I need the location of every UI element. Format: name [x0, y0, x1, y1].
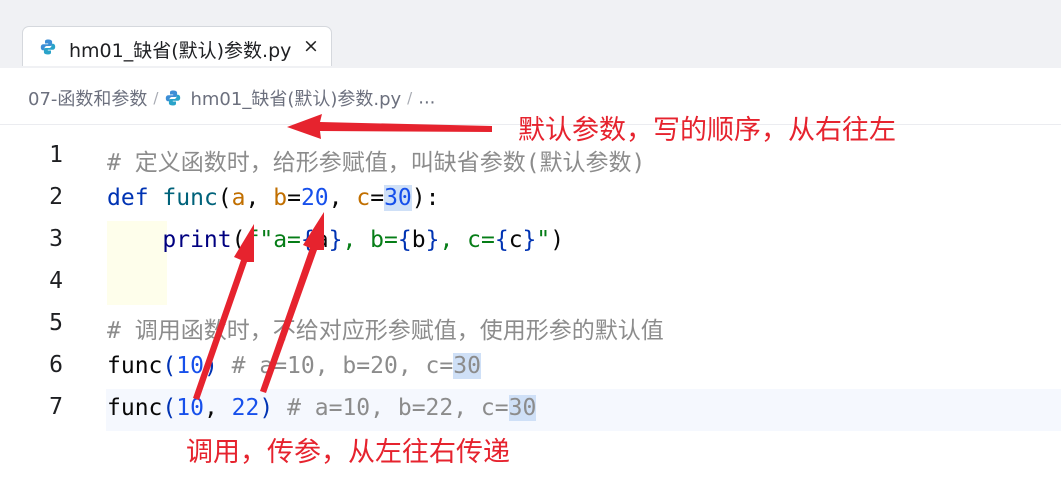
- punct: ,: [245, 185, 274, 211]
- punct: =: [287, 185, 301, 211]
- comment-selected: 30: [508, 395, 537, 421]
- breadcrumb-folder[interactable]: 07-函数和参数: [28, 89, 147, 110]
- code-line[interactable]: 4: [0, 263, 1061, 305]
- brace: {: [300, 227, 315, 253]
- fstring: f"a=: [245, 227, 301, 253]
- arg-22: 22: [231, 395, 260, 421]
- var-a: a: [314, 227, 329, 253]
- code-editor[interactable]: 1 # 定义函数时，给形参赋值，叫缺省参数(默认参数) 2 def func(a…: [0, 137, 1061, 478]
- code-line[interactable]: 7 func(10, 22) # a=10, b=22, c=30: [0, 389, 1061, 431]
- breadcrumb-separator: /: [153, 89, 159, 107]
- breadcrumb: 07-函数和参数 / hm01_缺省(默认)参数.py /...: [28, 85, 435, 111]
- punct: =: [370, 185, 385, 211]
- python-file-icon: [166, 90, 181, 106]
- default-20: 20: [300, 185, 329, 211]
- function-name: func: [162, 185, 218, 211]
- brace: {: [397, 227, 412, 253]
- brace: }: [522, 227, 537, 253]
- breadcrumb-more[interactable]: ...: [418, 88, 435, 109]
- paren: (: [217, 185, 232, 211]
- builtin-print: print: [162, 227, 232, 253]
- tab-bar: hm01_缺省(默认)参数.py ×: [0, 0, 1061, 68]
- var-c: c: [508, 227, 523, 253]
- close-tab-icon[interactable]: ×: [303, 35, 319, 57]
- paren: (: [231, 227, 246, 253]
- fstring: ": [536, 227, 551, 253]
- paren: (: [162, 395, 177, 421]
- line-number: 2: [49, 184, 63, 210]
- fstring: , c=: [439, 227, 495, 253]
- brace: }: [328, 227, 343, 253]
- code-line[interactable]: 2 def func(a, b=20, c=30):: [0, 179, 1061, 221]
- code-line[interactable]: 5 # 调用函数时，不给对应形参赋值，使用形参的默认值: [0, 305, 1061, 347]
- line-number: 1: [49, 142, 63, 168]
- editor-tab[interactable]: hm01_缺省(默认)参数.py ×: [22, 26, 332, 66]
- param-c: c: [356, 185, 371, 211]
- comment: # 定义函数时，给形参赋值，叫缺省参数(默认参数): [107, 150, 646, 176]
- paren: ): [203, 353, 218, 379]
- line-number: 7: [49, 394, 63, 420]
- annotation-call-order: 调用，传参，从左往右传递: [186, 437, 510, 468]
- comment: # a=10, b=22, c=: [273, 395, 509, 421]
- line-number: 4: [49, 268, 63, 294]
- param-b: b: [273, 185, 288, 211]
- comment: # 调用函数时，不给对应形参赋值，使用形参的默认值: [107, 318, 664, 344]
- comment: # a=10, b=20, c=: [217, 353, 454, 379]
- breadcrumb-separator: /: [407, 89, 413, 107]
- line-number: 3: [49, 226, 63, 252]
- punct: ,: [328, 185, 357, 211]
- paren: ): [259, 395, 274, 421]
- brace: }: [425, 227, 440, 253]
- code-line[interactable]: 6 func(10) # a=10, b=20, c=30: [0, 347, 1061, 389]
- line-number: 5: [49, 310, 63, 336]
- default-30: 30: [384, 185, 412, 211]
- fstring: , b=: [342, 227, 398, 253]
- var-b: b: [411, 227, 426, 253]
- param-a: a: [231, 185, 246, 211]
- paren: ):: [411, 185, 440, 211]
- function-call: func: [107, 353, 163, 379]
- arrow-left-icon: [287, 114, 492, 139]
- arg-10: 10: [176, 395, 204, 421]
- tab-label: hm01_缺省(默认)参数.py: [69, 40, 292, 62]
- brace: {: [494, 227, 509, 253]
- breadcrumb-file[interactable]: hm01_缺省(默认)参数.py: [190, 89, 401, 110]
- arg-10: 10: [176, 353, 204, 379]
- comment-selected: 30: [453, 353, 481, 379]
- python-file-icon: [40, 39, 56, 55]
- code-line[interactable]: 3 print(f"a={a}, b={b}, c={c}"): [0, 221, 1061, 263]
- punct: ,: [203, 395, 232, 421]
- annotation-default-order: 默认参数，写的顺序，从右往左: [518, 115, 896, 146]
- keyword-def: def: [107, 185, 149, 211]
- paren: ): [550, 227, 565, 253]
- paren: (: [162, 353, 177, 379]
- line-number: 6: [49, 352, 63, 378]
- function-call: func: [107, 395, 163, 421]
